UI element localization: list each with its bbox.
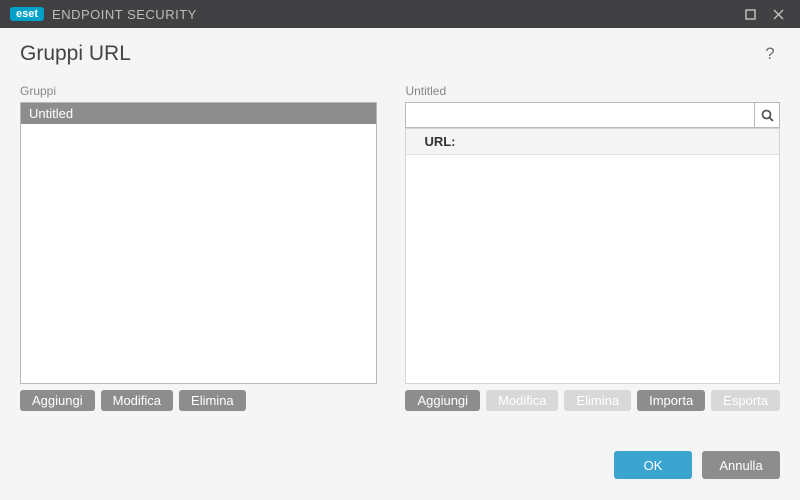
dialog-footer: OK Annulla <box>0 423 800 479</box>
groups-listbox[interactable]: Untitled <box>20 102 377 384</box>
urls-import-button[interactable]: Importa <box>637 390 705 411</box>
groups-edit-button[interactable]: Modifica <box>101 390 173 411</box>
groups-delete-button[interactable]: Elimina <box>179 390 246 411</box>
close-icon <box>773 9 784 20</box>
help-button[interactable]: ? <box>760 44 780 64</box>
ok-button[interactable]: OK <box>614 451 692 479</box>
urls-add-button[interactable]: Aggiungi <box>405 390 480 411</box>
list-item[interactable]: Untitled <box>21 103 376 124</box>
urls-panel: Untitled URL: Aggiungi Modifica Elimina … <box>405 84 780 411</box>
groups-panel: Gruppi Untitled Aggiungi Modifica Elimin… <box>20 84 377 411</box>
search-icon <box>761 109 774 122</box>
url-list-body[interactable] <box>406 155 779 383</box>
urls-delete-button: Elimina <box>564 390 631 411</box>
search-input[interactable] <box>405 102 754 128</box>
url-column-header[interactable]: URL: <box>406 128 779 155</box>
search-button[interactable] <box>754 102 780 128</box>
maximize-icon <box>745 9 756 20</box>
window-maximize-button[interactable] <box>736 3 764 25</box>
page-title: Gruppi URL <box>20 42 760 66</box>
panels: Gruppi Untitled Aggiungi Modifica Elimin… <box>20 84 780 411</box>
groups-label: Gruppi <box>20 84 377 98</box>
url-table: URL: <box>405 128 780 384</box>
search-row <box>405 102 780 128</box>
urls-export-button: Esporta <box>711 390 780 411</box>
titlebar: eset ENDPOINT SECURITY <box>0 0 800 28</box>
urls-button-row: Aggiungi Modifica Elimina Importa Esport… <box>405 390 780 411</box>
product-name: ENDPOINT SECURITY <box>52 7 197 22</box>
urls-label: Untitled <box>405 84 780 98</box>
groups-add-button[interactable]: Aggiungi <box>20 390 95 411</box>
window-close-button[interactable] <box>764 3 792 25</box>
cancel-button[interactable]: Annulla <box>702 451 780 479</box>
brand-badge: eset <box>10 7 44 21</box>
header-row: Gruppi URL ? <box>20 42 780 66</box>
urls-edit-button: Modifica <box>486 390 558 411</box>
content-area: Gruppi URL ? Gruppi Untitled Aggiungi Mo… <box>0 28 800 423</box>
groups-button-row: Aggiungi Modifica Elimina <box>20 390 377 411</box>
